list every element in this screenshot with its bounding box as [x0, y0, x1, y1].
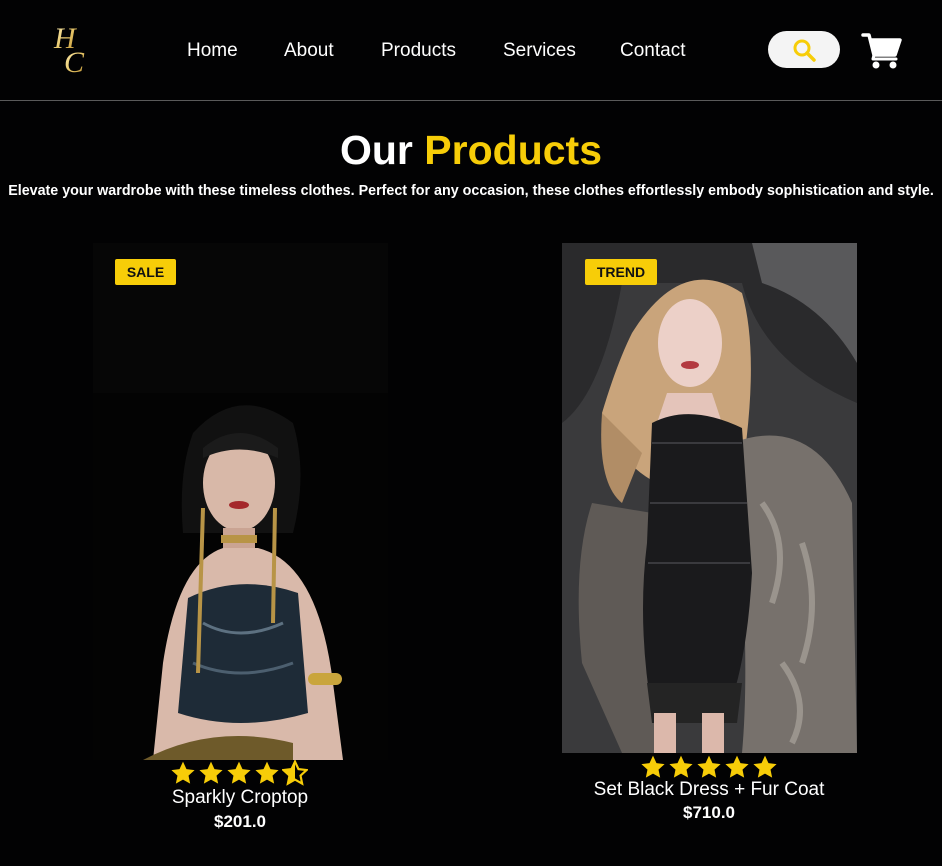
star-full-icon: [255, 761, 279, 784]
star-full-icon: [669, 755, 693, 778]
product-image-sparkly-croptop[interactable]: SALE: [93, 243, 388, 760]
trend-badge: TREND: [585, 259, 657, 285]
svg-text:C: C: [64, 46, 85, 78]
star-full-icon: [697, 755, 721, 778]
search-button[interactable]: [768, 31, 840, 68]
product-name[interactable]: Sparkly Croptop: [90, 787, 390, 809]
star-full-icon: [171, 761, 195, 784]
page-subtitle: Elevate your wardrobe with these timeles…: [8, 183, 934, 199]
product-image-black-dress-fur-coat[interactable]: TREND: [562, 243, 857, 753]
cart-icon: [861, 33, 902, 69]
product-price: $710.0: [683, 803, 735, 822]
site-header: H C Home About Products Services Contact: [0, 0, 942, 101]
cart-button[interactable]: [861, 30, 903, 70]
product-price: $201.0: [214, 812, 266, 831]
hc-logo-icon: H C: [53, 22, 85, 78]
star-half-icon: [282, 760, 308, 786]
page-title-main: Our: [339, 127, 413, 173]
nav-home[interactable]: Home: [187, 40, 238, 62]
star-full-icon: [227, 761, 251, 784]
page-title-accent: Products: [424, 127, 602, 173]
model-photo-1: [93, 243, 388, 760]
nav-contact[interactable]: Contact: [620, 40, 685, 62]
model-photo-2: [562, 243, 857, 753]
sale-badge: SALE: [115, 259, 176, 285]
star-full-icon: [725, 755, 749, 778]
search-icon: [793, 39, 816, 62]
rating-stars: [640, 754, 778, 780]
star-full-icon: [641, 755, 665, 778]
nav-products[interactable]: Products: [381, 40, 456, 62]
star-full-icon: [753, 755, 777, 778]
product-name[interactable]: Set Black Dress + Fur Coat: [559, 779, 859, 801]
page-title: Our Products: [0, 126, 942, 174]
site-logo[interactable]: H C: [48, 22, 92, 78]
star-full-icon: [199, 761, 223, 784]
nav-about[interactable]: About: [284, 40, 334, 62]
rating-stars: [170, 760, 308, 786]
nav-services[interactable]: Services: [503, 40, 576, 62]
